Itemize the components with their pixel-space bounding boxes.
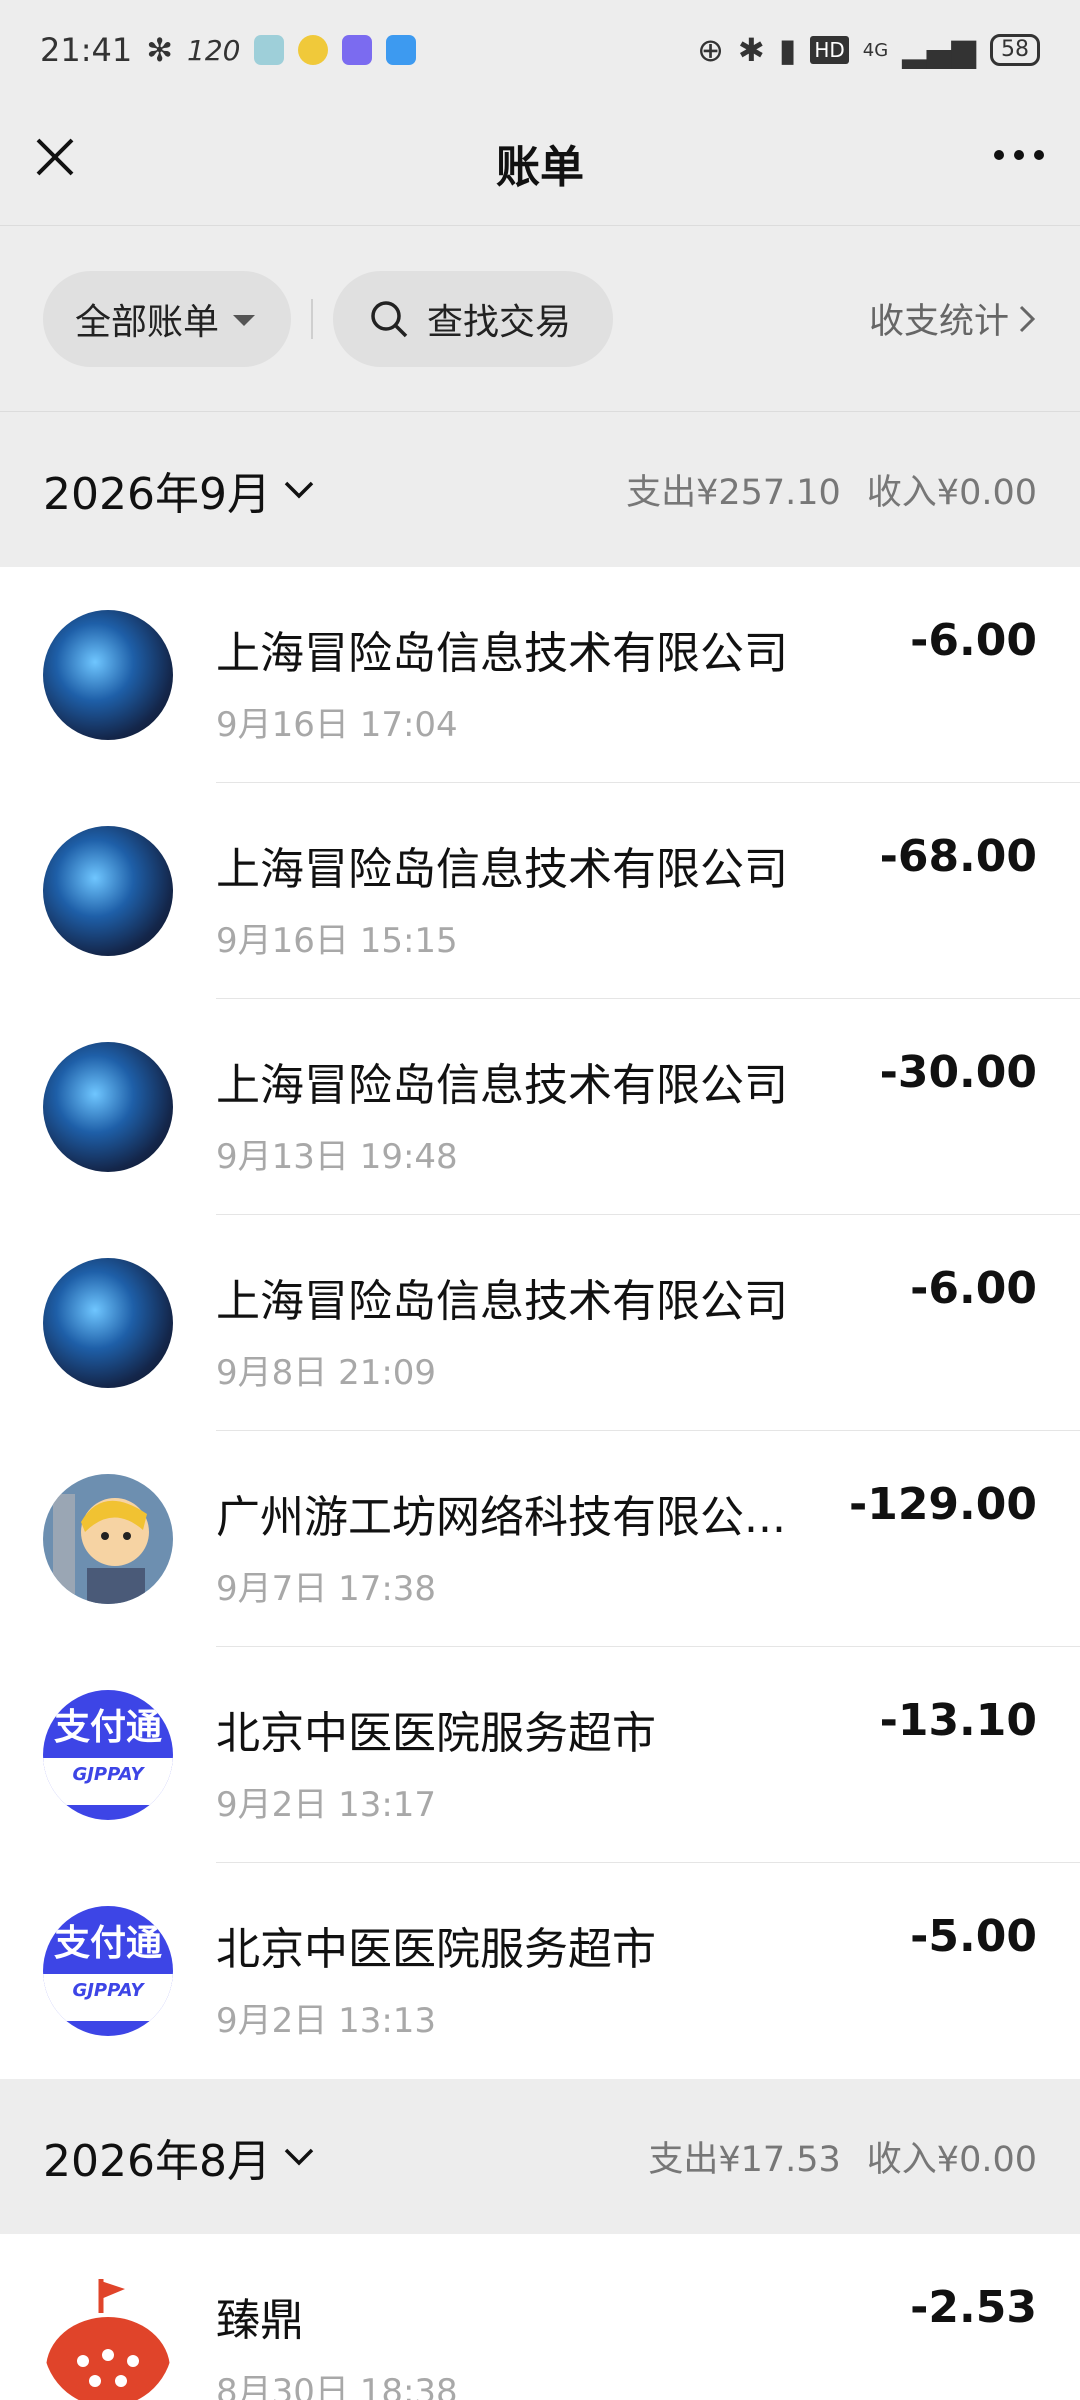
battery-icon: 58 — [990, 34, 1040, 66]
game-avatar — [43, 1258, 173, 1388]
transaction-amount: -6.00 — [910, 1263, 1037, 1314]
app-icon — [386, 35, 417, 65]
merchant-name: 广州游工坊网络科技有限公... — [216, 1492, 786, 1543]
status-time: 21:41 — [40, 31, 133, 69]
stats-label: 收支统计 — [868, 302, 1009, 342]
game-avatar — [43, 1042, 173, 1172]
page-title: 账单 — [496, 141, 584, 193]
data-saver-icon: ⊕ — [697, 31, 724, 69]
app-icon — [254, 35, 285, 65]
transaction-time: 9月7日 17:38 — [216, 1569, 437, 1609]
transaction-amount: -30.00 — [879, 1047, 1037, 1098]
merchant-name: 上海冒险岛信息技术有限公司 — [216, 844, 788, 895]
transaction-amount: -2.53 — [910, 2282, 1037, 2333]
vibrate-icon: ▮ — [778, 31, 797, 69]
network-label: 4G — [862, 39, 889, 61]
fan-icon: ✻ — [146, 31, 174, 69]
game-avatar — [43, 610, 173, 740]
chevron-down-icon — [284, 2148, 314, 2165]
zhifutong-logo: 支付通 GJPPAY — [43, 1690, 173, 1820]
more-icon[interactable] — [994, 150, 1044, 160]
month-header[interactable]: 2026年9月 支出¥257.10 收入¥0.00 — [0, 412, 1080, 567]
transaction-row[interactable]: 支付通 GJPPAY 北京中医医院服务超市 9月2日 13:13 -5.00 — [0, 1863, 1080, 2079]
month-income: 收入¥0.00 — [866, 2140, 1037, 2180]
transaction-row[interactable]: 广州游工坊网络科技有限公... 9月7日 17:38 -129.00 — [0, 1431, 1080, 1647]
search-transactions-button[interactable]: 查找交易 — [333, 270, 613, 367]
divider — [311, 298, 313, 339]
transaction-time: 9月16日 15:15 — [216, 921, 458, 961]
zhifutong-logo: 支付通 GJPPAY — [43, 1906, 173, 2036]
bluetooth-icon: ✱ — [737, 31, 765, 69]
transaction-time: 9月16日 17:04 — [216, 705, 458, 745]
transaction-time: 9月2日 13:13 — [216, 2001, 437, 2041]
chevron-right-icon — [1019, 305, 1036, 332]
month-income: 收入¥0.00 — [866, 473, 1037, 513]
status-bar: 21:41 ✻ 120 ⊕ ✱ ▮ HD 4G ▂▄▆ 58 — [0, 0, 1080, 100]
search-icon — [371, 300, 408, 337]
caret-down-icon — [233, 315, 256, 326]
merchant-name: 上海冒险岛信息技术有限公司 — [216, 1060, 788, 1111]
month-expense: 支出¥17.53 — [648, 2140, 841, 2180]
transaction-time: 9月2日 13:17 — [216, 1785, 437, 1825]
transaction-row[interactable]: 支付通 GJPPAY 北京中医医院服务超市 9月2日 13:17 -13.10 — [0, 1647, 1080, 1863]
search-label: 查找交易 — [427, 301, 572, 343]
hero-avatar — [43, 1474, 173, 1604]
stats-link[interactable]: 收支统计 — [869, 293, 1037, 344]
merchant-name: 臻鼎 — [216, 2295, 304, 2346]
month-title: 2026年9月 — [43, 468, 271, 520]
all-bills-dropdown[interactable]: 全部账单 — [43, 270, 291, 367]
transaction-time: 9月13日 19:48 — [216, 1137, 458, 1177]
transaction-time: 9月8日 21:09 — [216, 1353, 437, 1393]
transaction-row[interactable]: 臻鼎 8月30日 18:38 -2.53 — [0, 2234, 1080, 2400]
transaction-row[interactable]: 上海冒险岛信息技术有限公司 9月8日 21:09 -6.00 — [0, 1215, 1080, 1431]
transaction-list: 上海冒险岛信息技术有限公司 9月16日 17:04 -6.00 上海冒险岛信息技… — [0, 567, 1080, 2079]
transaction-amount: -68.00 — [879, 831, 1037, 882]
hd-icon: HD — [810, 36, 849, 64]
app-icon — [298, 35, 329, 65]
transaction-time: 8月30日 18:38 — [216, 2372, 458, 2400]
transaction-row[interactable]: 上海冒险岛信息技术有限公司 9月16日 17:04 -6.00 — [0, 567, 1080, 783]
transaction-list: 臻鼎 8月30日 18:38 -2.53 — [0, 2234, 1080, 2400]
merchant-name: 北京中医医院服务超市 — [216, 1708, 656, 1759]
app-icon — [342, 35, 373, 65]
transaction-amount: -6.00 — [910, 615, 1037, 666]
filter-bar: 全部账单 查找交易 收支统计 — [0, 226, 1080, 411]
title-bar: 账单 — [0, 100, 1080, 225]
game-avatar — [43, 826, 173, 956]
transaction-row[interactable]: 上海冒险岛信息技术有限公司 9月13日 19:48 -30.00 — [0, 999, 1080, 1215]
tomato-logo — [43, 2277, 173, 2400]
merchant-name: 上海冒险岛信息技术有限公司 — [216, 1276, 788, 1327]
all-bills-label: 全部账单 — [75, 301, 220, 343]
month-header[interactable]: 2026年8月 支出¥17.53 收入¥0.00 — [0, 2079, 1080, 2234]
transaction-row[interactable]: 上海冒险岛信息技术有限公司 9月16日 15:15 -68.00 — [0, 783, 1080, 999]
signal-icon: ▂▄▆ — [902, 31, 976, 69]
merchant-name: 上海冒险岛信息技术有限公司 — [216, 628, 788, 679]
merchant-name: 北京中医医院服务超市 — [216, 1924, 656, 1975]
close-icon[interactable] — [30, 132, 80, 182]
transaction-amount: -5.00 — [910, 1911, 1037, 1962]
transaction-amount: -129.00 — [848, 1479, 1037, 1530]
refresh-rate: 120 — [187, 33, 241, 67]
chevron-down-icon — [284, 481, 314, 498]
month-title: 2026年8月 — [43, 2135, 271, 2187]
transaction-amount: -13.10 — [879, 1695, 1037, 1746]
month-expense: 支出¥257.10 — [626, 473, 841, 513]
